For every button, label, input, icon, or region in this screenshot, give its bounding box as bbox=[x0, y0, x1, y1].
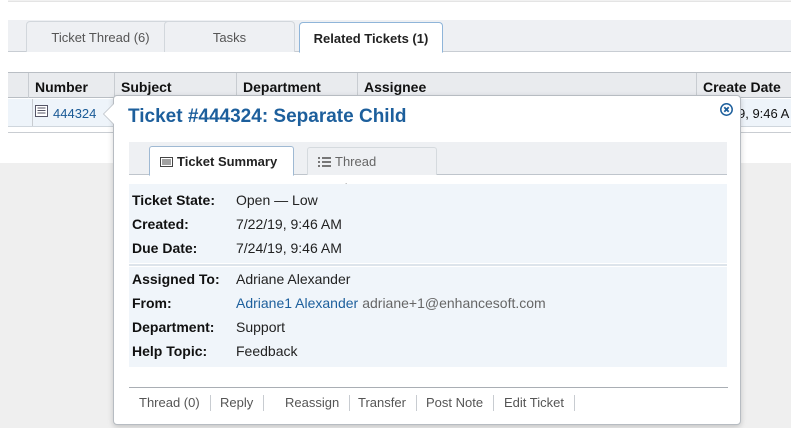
assigned-to-value: Adriane Alexander bbox=[236, 271, 351, 287]
list-icon bbox=[160, 156, 173, 167]
from-label: From: bbox=[132, 295, 172, 311]
edit-ticket-action-link[interactable]: Edit Ticket bbox=[494, 395, 575, 411]
tab-ticket-thread[interactable]: Ticket Thread (6) bbox=[26, 21, 175, 52]
department-label: Department: bbox=[132, 319, 215, 335]
tab-ticket-summary[interactable]: Ticket Summary bbox=[149, 146, 294, 176]
created-label: Created: bbox=[132, 216, 189, 232]
ticket-tabbar: Ticket Thread (6) Tasks Related Tickets … bbox=[8, 20, 791, 53]
tab-tasks[interactable]: Tasks bbox=[164, 21, 295, 52]
assigned-to-label: Assigned To: bbox=[132, 271, 220, 287]
ticket-icon bbox=[35, 98, 48, 128]
department-value: Support bbox=[236, 319, 286, 335]
top-strip bbox=[8, 0, 791, 2]
close-icon[interactable] bbox=[720, 103, 733, 116]
from-value: Adriane1 Alexander adriane+1@enhancesoft.… bbox=[236, 291, 546, 315]
post-note-action-link[interactable]: Post Note bbox=[416, 395, 495, 411]
from-name-link[interactable]: Adriane1 Alexander bbox=[236, 295, 358, 311]
help-topic-value: Feedback bbox=[236, 343, 298, 359]
thread-action-link[interactable]: Thread (0) bbox=[129, 395, 211, 411]
summary-section: Ticket State: Open — Low Created: 7/22/1… bbox=[129, 184, 727, 263]
reassign-action-link[interactable]: Reassign bbox=[275, 395, 351, 411]
create-date-cell: 9, 9:46 A bbox=[738, 106, 790, 121]
popup-title: Ticket #444324: Separate Child bbox=[128, 106, 407, 127]
checkbox-column-header bbox=[8, 73, 28, 98]
due-date-value: 7/24/19, 9:46 AM bbox=[236, 240, 342, 256]
created-value: 7/22/19, 9:46 AM bbox=[236, 216, 342, 232]
help-topic-label: Help Topic: bbox=[132, 343, 208, 359]
transfer-action-link[interactable]: Transfer bbox=[348, 395, 417, 411]
details-section: Assigned To: Adriane Alexander From: Adr… bbox=[129, 267, 727, 367]
reply-action-link[interactable]: Reply bbox=[210, 395, 265, 411]
tab-thread-preview[interactable]: Thread Preview bbox=[307, 147, 437, 196]
due-date-label: Due Date: bbox=[132, 240, 198, 256]
ticket-state-value: Open — Low bbox=[236, 192, 318, 208]
section-divider bbox=[129, 264, 727, 266]
from-email: adriane+1@enhancesoft.com bbox=[362, 295, 546, 311]
column-header-number[interactable]: Number bbox=[28, 73, 114, 98]
thread-icon bbox=[318, 156, 331, 167]
popup-caret bbox=[103, 103, 114, 125]
ticket-number-link[interactable]: 444324 bbox=[32, 99, 114, 126]
popup-tabbar: Ticket Summary Thread Preview bbox=[129, 142, 727, 196]
popup-actions: Thread (0) Reply Reassign Transfer Post … bbox=[129, 387, 728, 416]
ticket-number[interactable]: 444324 bbox=[53, 106, 96, 121]
ticket-preview-popup: Ticket #444324: Separate Child Ticket Su… bbox=[103, 95, 741, 425]
tab-related-tickets[interactable]: Related Tickets (1) bbox=[299, 22, 443, 53]
tab-ticket-summary-label: Ticket Summary bbox=[177, 154, 278, 169]
ticket-state-label: Ticket State: bbox=[132, 192, 215, 208]
